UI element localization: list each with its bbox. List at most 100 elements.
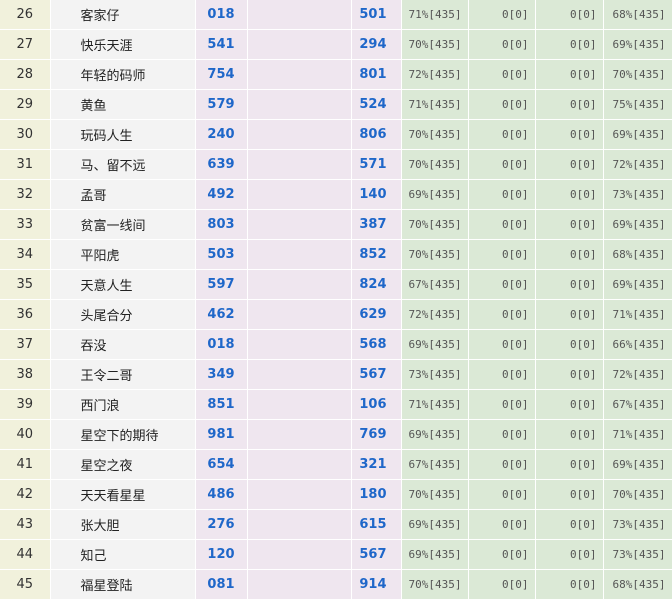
stat-1-cell: 70%[435] xyxy=(401,29,469,60)
stat-3-cell: 0[0] xyxy=(535,59,604,90)
stat-2-cell: 0[0] xyxy=(468,449,536,480)
stat-3-cell: 0[0] xyxy=(535,389,604,420)
stat-4-cell: 70%[435] xyxy=(603,59,672,90)
player-name[interactable]: 吞没 xyxy=(50,329,196,360)
number-b-cell: 321 xyxy=(351,449,402,480)
number-a-cell: 503 xyxy=(195,239,248,270)
stat-4-cell: 68%[435] xyxy=(603,239,672,270)
rank-cell: 42 xyxy=(0,479,51,510)
player-name[interactable]: 福星登陆 xyxy=(50,569,196,600)
rank-cell: 39 xyxy=(0,389,51,420)
stat-2-cell: 0[0] xyxy=(468,329,536,360)
spacer-cell xyxy=(247,0,352,30)
rank-cell: 43 xyxy=(0,509,51,540)
spacer-cell xyxy=(247,359,352,390)
table-row: 33 贫富一线间 803 387 70%[435] 0[0] 0[0] 69%[435] xyxy=(0,209,672,240)
player-name[interactable]: 玩码人生 xyxy=(50,119,196,150)
stat-1-cell: 71%[435] xyxy=(401,389,469,420)
spacer-cell xyxy=(247,419,352,450)
stat-1-cell: 69%[435] xyxy=(401,329,469,360)
player-name[interactable]: 星空之夜 xyxy=(50,449,196,480)
stat-1-cell: 70%[435] xyxy=(401,239,469,270)
player-name[interactable]: 贫富一线间 xyxy=(50,209,196,240)
stat-3-cell: 0[0] xyxy=(535,569,604,600)
number-a-cell: 981 xyxy=(195,419,248,450)
player-name[interactable]: 客家仔 xyxy=(50,0,196,30)
rank-cell: 45 xyxy=(0,569,51,600)
player-name[interactable]: 马、留不远 xyxy=(50,149,196,180)
spacer-cell xyxy=(247,449,352,480)
stat-4-cell: 68%[435] xyxy=(603,569,672,600)
player-name[interactable]: 黄鱼 xyxy=(50,89,196,120)
number-a-cell: 754 xyxy=(195,59,248,90)
stat-3-cell: 0[0] xyxy=(535,209,604,240)
rank-cell: 38 xyxy=(0,359,51,390)
number-a-cell: 492 xyxy=(195,179,248,210)
stat-3-cell: 0[0] xyxy=(535,179,604,210)
player-name[interactable]: 孟哥 xyxy=(50,179,196,210)
spacer-cell xyxy=(247,29,352,60)
stat-3-cell: 0[0] xyxy=(535,359,604,390)
number-a-cell: 851 xyxy=(195,389,248,420)
spacer-cell xyxy=(247,239,352,270)
rank-cell: 33 xyxy=(0,209,51,240)
stat-1-cell: 69%[435] xyxy=(401,179,469,210)
number-b-cell: 106 xyxy=(351,389,402,420)
stat-1-cell: 72%[435] xyxy=(401,59,469,90)
stat-2-cell: 0[0] xyxy=(468,359,536,390)
player-name[interactable]: 王令二哥 xyxy=(50,359,196,390)
rank-cell: 40 xyxy=(0,419,51,450)
stat-2-cell: 0[0] xyxy=(468,0,536,30)
stat-2-cell: 0[0] xyxy=(468,299,536,330)
number-b-cell: 501 xyxy=(351,0,402,30)
stat-4-cell: 69%[435] xyxy=(603,209,672,240)
stat-3-cell: 0[0] xyxy=(535,0,604,30)
stat-1-cell: 67%[435] xyxy=(401,449,469,480)
table-row: 28 年轻的码师 754 801 72%[435] 0[0] 0[0] 70%[435] xyxy=(0,59,672,90)
number-a-cell: 486 xyxy=(195,479,248,510)
player-name[interactable]: 星空下的期待 xyxy=(50,419,196,450)
stat-3-cell: 0[0] xyxy=(535,239,604,270)
stat-4-cell: 71%[435] xyxy=(603,419,672,450)
stat-3-cell: 0[0] xyxy=(535,119,604,150)
stat-2-cell: 0[0] xyxy=(468,239,536,270)
stat-4-cell: 71%[435] xyxy=(603,299,672,330)
player-name[interactable]: 快乐天涯 xyxy=(50,29,196,60)
player-name[interactable]: 天天看星星 xyxy=(50,479,196,510)
spacer-cell xyxy=(247,209,352,240)
number-a-cell: 018 xyxy=(195,0,248,30)
table-body: 26 客家仔 018 501 71%[435] 0[0] 0[0] 68%[435] 27 快乐天… xyxy=(0,0,672,600)
spacer-cell xyxy=(247,539,352,570)
rank-cell: 28 xyxy=(0,59,51,90)
number-b-cell: 568 xyxy=(351,329,402,360)
player-name[interactable]: 张大胆 xyxy=(50,509,196,540)
player-name[interactable]: 天意人生 xyxy=(50,269,196,300)
player-name[interactable]: 年轻的码师 xyxy=(50,59,196,90)
stat-4-cell: 66%[435] xyxy=(603,329,672,360)
table-row: 30 玩码人生 240 806 70%[435] 0[0] 0[0] 69%[435] xyxy=(0,119,672,150)
number-a-cell: 541 xyxy=(195,29,248,60)
table-row: 39 西门浪 851 106 71%[435] 0[0] 0[0] 67%[435] xyxy=(0,389,672,420)
number-a-cell: 579 xyxy=(195,89,248,120)
number-b-cell: 629 xyxy=(351,299,402,330)
player-name[interactable]: 知己 xyxy=(50,539,196,570)
rank-cell: 32 xyxy=(0,179,51,210)
number-a-cell: 654 xyxy=(195,449,248,480)
stat-2-cell: 0[0] xyxy=(468,269,536,300)
spacer-cell xyxy=(247,299,352,330)
spacer-cell xyxy=(247,89,352,120)
stat-1-cell: 70%[435] xyxy=(401,209,469,240)
player-name[interactable]: 西门浪 xyxy=(50,389,196,420)
stat-4-cell: 73%[435] xyxy=(603,539,672,570)
stat-1-cell: 70%[435] xyxy=(401,119,469,150)
number-a-cell: 803 xyxy=(195,209,248,240)
table-row: 41 星空之夜 654 321 67%[435] 0[0] 0[0] 69%[435] xyxy=(0,449,672,480)
table-row: 45 福星登陆 081 914 70%[435] 0[0] 0[0] 68%[435] xyxy=(0,569,672,600)
stat-3-cell: 0[0] xyxy=(535,29,604,60)
player-name[interactable]: 平阳虎 xyxy=(50,239,196,270)
stat-2-cell: 0[0] xyxy=(468,89,536,120)
number-b-cell: 524 xyxy=(351,89,402,120)
player-name[interactable]: 头尾合分 xyxy=(50,299,196,330)
spacer-cell xyxy=(247,329,352,360)
stat-1-cell: 69%[435] xyxy=(401,509,469,540)
